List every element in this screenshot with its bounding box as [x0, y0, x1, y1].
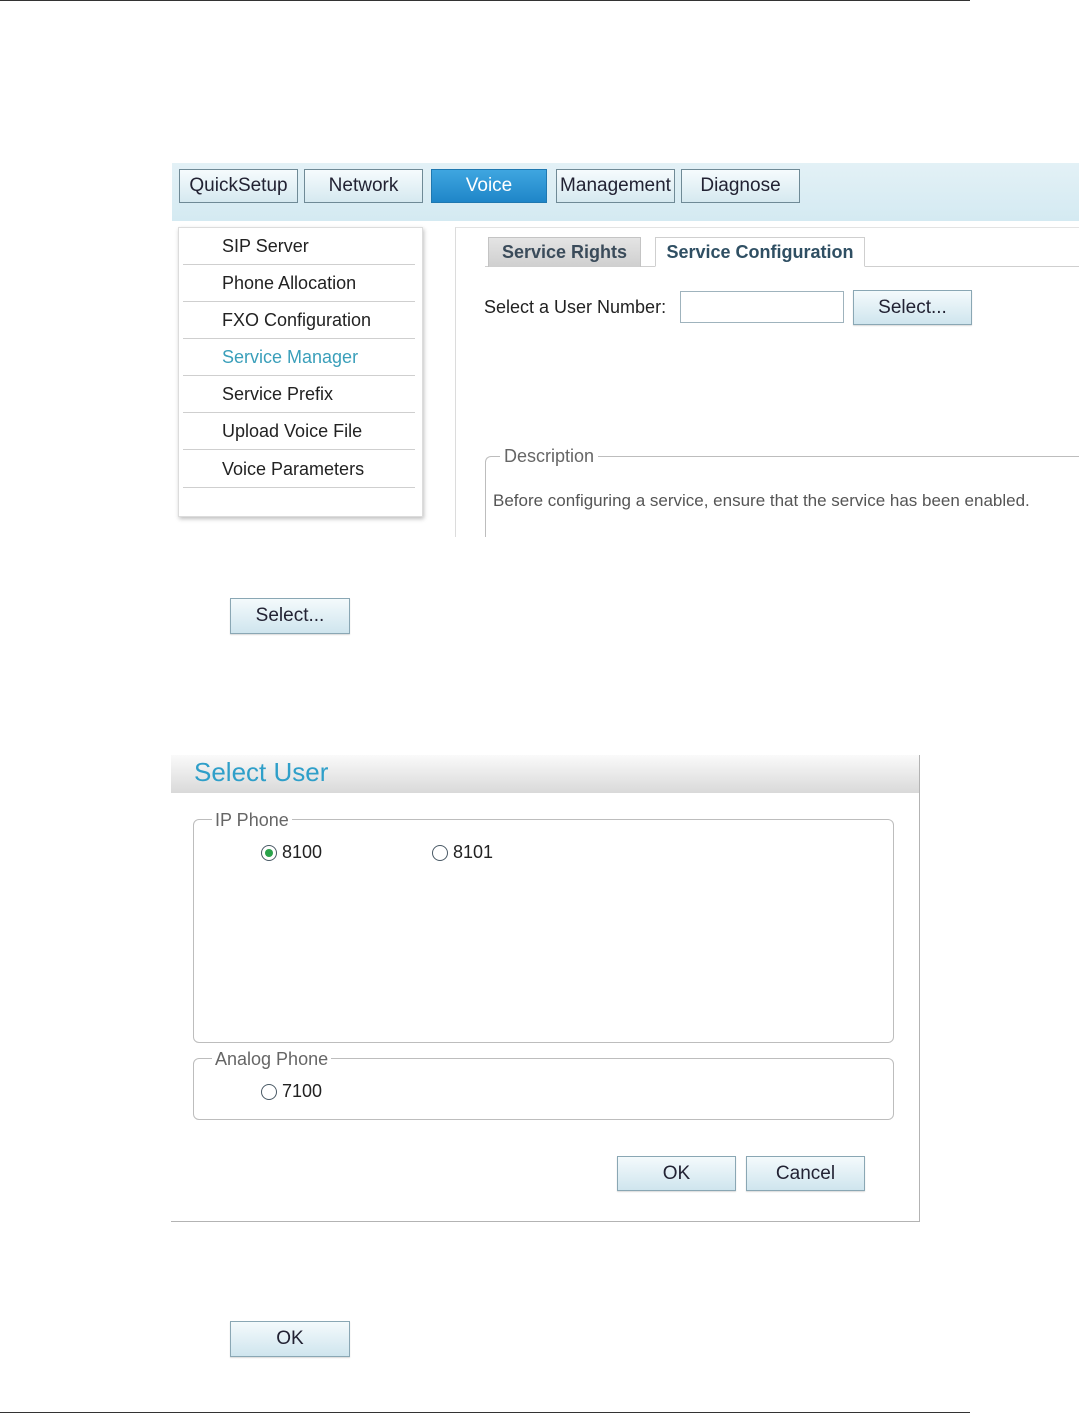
sidebar-item-service-manager[interactable]: Service Manager [183, 339, 415, 376]
dialog-title: Select User [194, 757, 329, 787]
radio-unchecked-icon[interactable] [261, 1083, 277, 1100]
radio-label: 8101 [453, 842, 494, 862]
sidebar-item-fxo-configuration[interactable]: FXO Configuration [183, 302, 415, 339]
sidebar-item-voice-parameters[interactable]: Voice Parameters [183, 451, 415, 488]
analog-phone-legend: Analog Phone [212, 1049, 332, 1070]
page-bottom-rule [0, 1412, 970, 1413]
radio-checked-icon[interactable] [261, 844, 277, 861]
ip-phone-legend: IP Phone [212, 810, 292, 831]
nav-diagnose[interactable]: Diagnose [681, 169, 800, 203]
sidebar-item-upload-voice-file[interactable]: Upload Voice File [183, 413, 415, 450]
nav-voice[interactable]: Voice [431, 169, 547, 203]
radio-label: 8100 [282, 842, 323, 862]
radio-label: 7100 [282, 1081, 323, 1101]
select-user-button[interactable]: Select... [853, 290, 972, 325]
sidebar-item-sip-server[interactable]: SIP Server [183, 228, 415, 265]
description-legend: Description [500, 446, 599, 467]
dialog-ok-button[interactable]: OK [617, 1156, 736, 1191]
user-number-input[interactable] [680, 291, 844, 323]
user-number-label: Select a User Number: [484, 297, 667, 317]
tab-service-configuration[interactable]: Service Configuration [655, 237, 865, 267]
nav-network[interactable]: Network [304, 169, 423, 203]
nav-management[interactable]: Management [556, 169, 675, 203]
tab-service-rights[interactable]: Service Rights [488, 237, 641, 267]
screenshot-crop-edge [0, 537, 1079, 557]
radio-option-8101[interactable]: 8101 [432, 842, 493, 863]
nav-quicksetup[interactable]: QuickSetup [179, 169, 298, 203]
sidebar-item-phone-allocation[interactable]: Phone Allocation [183, 265, 415, 302]
dialog-cancel-button[interactable]: Cancel [746, 1156, 865, 1191]
radio-option-8100[interactable]: 8100 [261, 842, 322, 863]
radio-unchecked-icon[interactable] [432, 844, 448, 861]
standalone-ok-button[interactable]: OK [230, 1321, 350, 1357]
radio-option-7100[interactable]: 7100 [261, 1081, 322, 1102]
page-top-rule [0, 0, 970, 1]
standalone-select-button[interactable]: Select... [230, 598, 350, 634]
description-text: Before configuring a service, ensure tha… [493, 491, 1030, 510]
sidebar-item-service-prefix[interactable]: Service Prefix [183, 376, 415, 413]
